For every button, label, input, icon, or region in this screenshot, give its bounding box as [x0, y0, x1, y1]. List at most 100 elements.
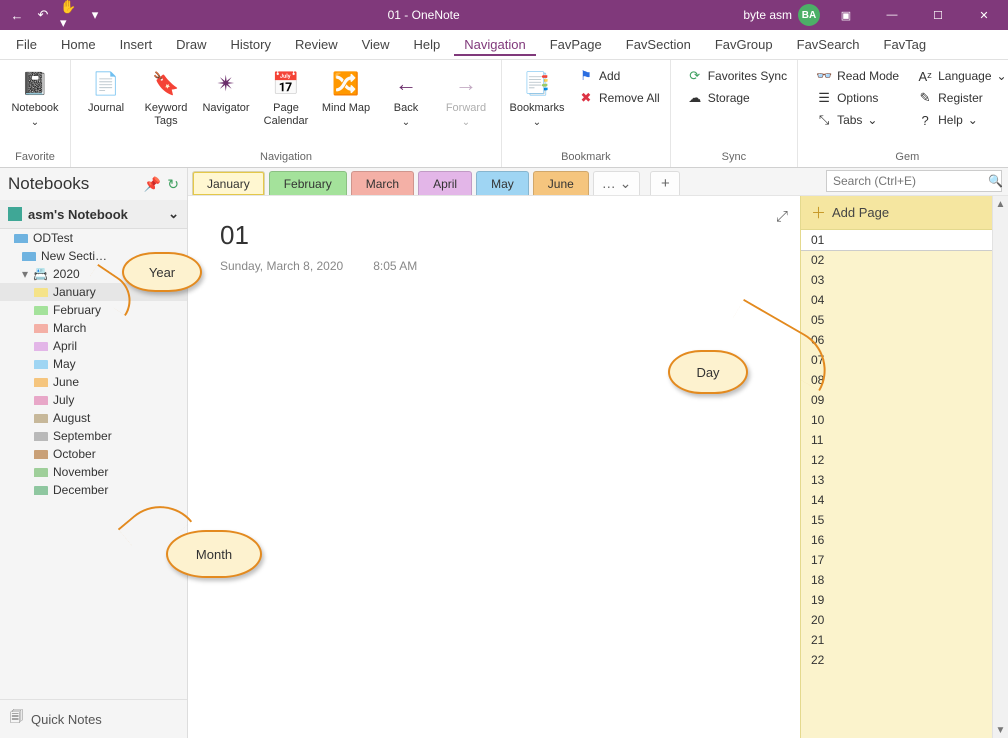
ribbon-display-icon[interactable]: ▣	[826, 0, 866, 30]
menu-favgroup[interactable]: FavGroup	[705, 33, 783, 56]
tab-february[interactable]: February	[269, 171, 347, 195]
ribbon-register[interactable]: ✎Register	[913, 88, 1008, 108]
ribbon-read-mode[interactable]: 👓Read Mode	[812, 66, 903, 86]
ribbon-tabs[interactable]: ⤡Tabs ⌄	[812, 110, 903, 130]
ribbon-page-calendar[interactable]: 📅Page Calendar	[257, 66, 315, 130]
ribbon-options[interactable]: ☰Options	[812, 88, 903, 108]
ribbon-keyword-tags[interactable]: 🔖Keyword Tags	[137, 66, 195, 130]
ribbon-favorites-sync[interactable]: ⟳Favorites Sync	[683, 66, 791, 86]
search-input[interactable]	[833, 174, 988, 188]
page-item-06[interactable]: 06	[801, 330, 992, 350]
qat-customize-icon[interactable]: ▾	[86, 6, 104, 24]
chevron-down-icon: ⌄	[997, 69, 1007, 83]
page-item-15[interactable]: 15	[801, 510, 992, 530]
tree-node-august[interactable]: August	[0, 409, 187, 427]
tree-node-december[interactable]: December	[0, 481, 187, 499]
page-title[interactable]: 01	[220, 220, 768, 251]
ribbon-back[interactable]: ←Back⌄	[377, 66, 435, 131]
back-icon[interactable]: ←	[8, 6, 26, 24]
menu-insert[interactable]: Insert	[110, 33, 163, 56]
page-item-11[interactable]: 11	[801, 430, 992, 450]
close-button[interactable]: ✕	[964, 0, 1004, 30]
ribbon-notebook[interactable]: 📓Notebook⌄	[6, 66, 64, 131]
ribbon-storage[interactable]: ☁Storage	[683, 88, 791, 108]
page-item-22[interactable]: 22	[801, 650, 992, 670]
tab-may[interactable]: May	[476, 171, 529, 195]
ribbon-language[interactable]: AᶻLanguage ⌄	[913, 66, 1008, 86]
page-list-scrollbar[interactable]: ▲ ▼	[992, 196, 1008, 738]
scroll-down-icon[interactable]: ▼	[993, 722, 1008, 738]
minimize-button[interactable]: —	[872, 0, 912, 30]
tabs-overflow[interactable]: … ⌄	[593, 171, 641, 195]
menu-view[interactable]: View	[352, 33, 400, 56]
tab-april[interactable]: April	[418, 171, 472, 195]
ribbon-bookmarks[interactable]: 📑Bookmarks⌄	[508, 66, 566, 131]
tree-node-september[interactable]: September	[0, 427, 187, 445]
page-item-20[interactable]: 20	[801, 610, 992, 630]
page-item-02[interactable]: 02	[801, 250, 992, 270]
menu-history[interactable]: History	[221, 33, 281, 56]
maximize-button[interactable]: ☐	[918, 0, 958, 30]
menu-navigation[interactable]: Navigation	[454, 33, 535, 56]
undo-icon[interactable]: ↶	[34, 6, 52, 24]
avatar[interactable]: BA	[798, 4, 820, 26]
scroll-up-icon[interactable]: ▲	[993, 196, 1008, 212]
tree-node-june[interactable]: June	[0, 373, 187, 391]
user-name[interactable]: byte asm	[743, 8, 792, 22]
tree-node-april[interactable]: April	[0, 337, 187, 355]
tree-node-february[interactable]: February	[0, 301, 187, 319]
ribbon-journal[interactable]: 📄Journal	[77, 66, 135, 117]
pin-icon[interactable]: 📌	[144, 176, 161, 193]
ribbon-add[interactable]: ⚑Add	[574, 66, 664, 86]
page-item-13[interactable]: 13	[801, 470, 992, 490]
page-item-14[interactable]: 14	[801, 490, 992, 510]
ribbon-remove-all[interactable]: ✖Remove All	[574, 88, 664, 108]
touch-mode-icon[interactable]: ✋▾	[60, 6, 78, 24]
search-box[interactable]: 🔍	[826, 170, 1002, 192]
page-item-10[interactable]: 10	[801, 410, 992, 430]
notebook-selector[interactable]: asm's Notebook ⌄	[0, 200, 187, 229]
page-item-09[interactable]: 09	[801, 390, 992, 410]
menu-home[interactable]: Home	[51, 33, 106, 56]
page-item-08[interactable]: 08	[801, 370, 992, 390]
menu-favsearch[interactable]: FavSearch	[787, 33, 870, 56]
tree-node-october[interactable]: October	[0, 445, 187, 463]
page-item-12[interactable]: 12	[801, 450, 992, 470]
tree-node-odtest[interactable]: ODTest	[0, 229, 187, 247]
ribbon-navigator[interactable]: ✴Navigator	[197, 66, 255, 117]
page-item-01[interactable]: 01	[801, 230, 992, 250]
tab-june[interactable]: June	[533, 171, 589, 195]
menu-review[interactable]: Review	[285, 33, 348, 56]
tab-january[interactable]: January	[192, 171, 265, 195]
page-item-19[interactable]: 19	[801, 590, 992, 610]
ribbon-mind-map[interactable]: 🔀Mind Map	[317, 66, 375, 117]
page-item-21[interactable]: 21	[801, 630, 992, 650]
search-icon[interactable]: 🔍	[988, 174, 1003, 188]
page-item-05[interactable]: 05	[801, 310, 992, 330]
notebooks-heading: Notebooks	[8, 174, 89, 194]
menu-draw[interactable]: Draw	[166, 33, 216, 56]
tree-node-march[interactable]: March	[0, 319, 187, 337]
tree-node-november[interactable]: November	[0, 463, 187, 481]
tab-march[interactable]: March	[351, 171, 414, 195]
quick-notes[interactable]: 🗐 Quick Notes	[0, 699, 187, 738]
ribbon-help[interactable]: ?Help ⌄	[913, 110, 1008, 130]
fullscreen-icon[interactable]: ⤢	[776, 208, 788, 225]
sync-status-icon[interactable]: ↻	[167, 176, 179, 193]
page-item-17[interactable]: 17	[801, 550, 992, 570]
page-item-18[interactable]: 18	[801, 570, 992, 590]
tree-node-july[interactable]: July	[0, 391, 187, 409]
page-canvas[interactable]: ⤢ 01 Sunday, March 8, 2020 8:05 AM	[188, 196, 800, 738]
page-item-04[interactable]: 04	[801, 290, 992, 310]
menu-file[interactable]: File	[6, 33, 47, 56]
tree-node-may[interactable]: May	[0, 355, 187, 373]
menu-favtag[interactable]: FavTag	[874, 33, 937, 56]
menu-favsection[interactable]: FavSection	[616, 33, 701, 56]
add-page-button[interactable]: ＋ Add Page	[801, 196, 992, 230]
menu-favpage[interactable]: FavPage	[540, 33, 612, 56]
page-item-07[interactable]: 07	[801, 350, 992, 370]
page-item-03[interactable]: 03	[801, 270, 992, 290]
page-item-16[interactable]: 16	[801, 530, 992, 550]
add-section-button[interactable]: +	[650, 171, 680, 195]
menu-help[interactable]: Help	[404, 33, 451, 56]
